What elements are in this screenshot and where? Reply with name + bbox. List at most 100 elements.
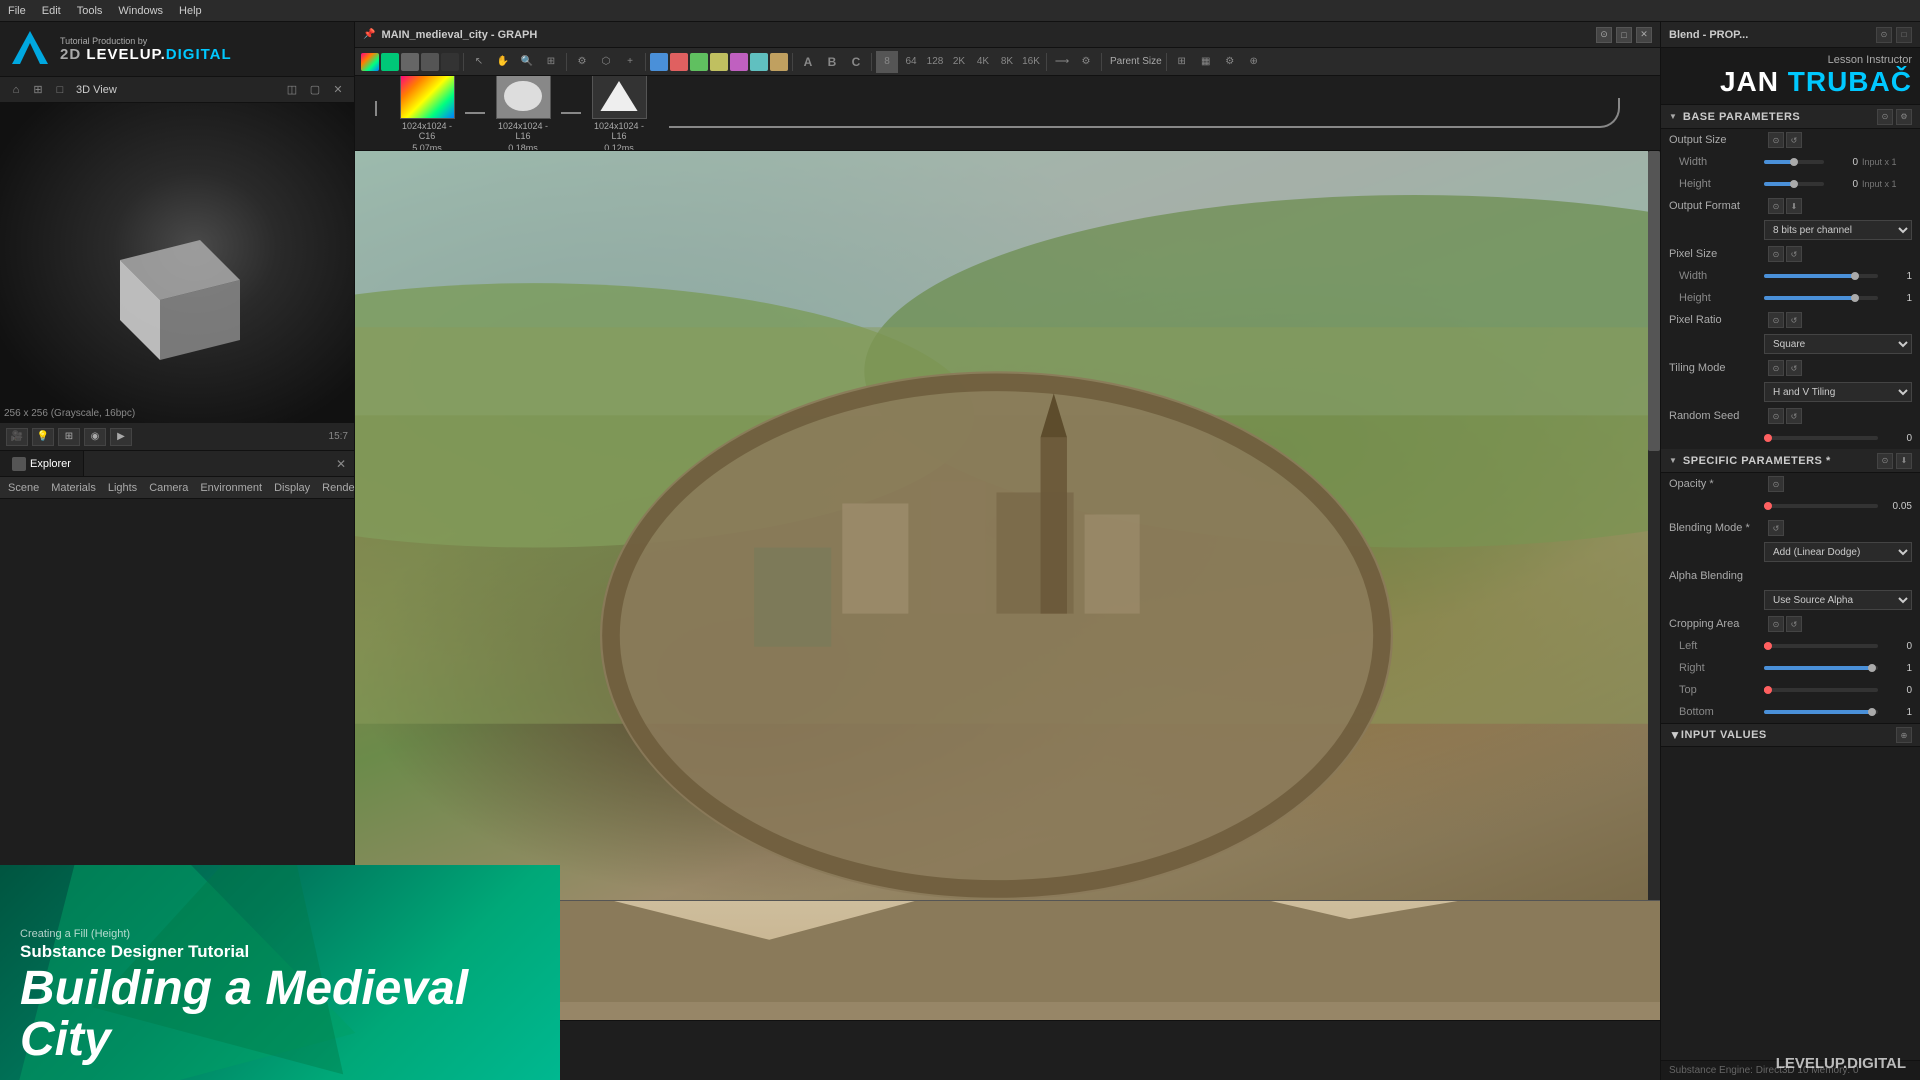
rph-pin-icon[interactable]: ⊙ [1876, 27, 1892, 43]
of-reset-icon[interactable]: ⬇ [1786, 198, 1802, 214]
toolbar-num6[interactable]: 8K [996, 51, 1018, 73]
output-format-select[interactable]: 8 bits per channel [1764, 220, 1912, 240]
toolbar-view-2[interactable]: ▦ [1195, 51, 1217, 73]
color-gray-btn[interactable] [401, 53, 419, 71]
of-link-icon[interactable]: ⊙ [1768, 198, 1784, 214]
toolbar-B-btn[interactable]: B [821, 51, 843, 73]
toolbar-num3[interactable]: 128 [924, 51, 946, 73]
output-width-slider[interactable] [1764, 160, 1824, 164]
toolbar-view-1[interactable]: ⊞ [1171, 51, 1193, 73]
view-home-icon[interactable]: ⌂ [6, 80, 26, 100]
crop-top-slider[interactable] [1764, 688, 1878, 692]
rph-expand-icon[interactable]: □ [1896, 27, 1912, 43]
input-values-section[interactable]: ▼ INPUT VALUES ⊕ [1661, 723, 1920, 747]
pr-link-icon[interactable]: ⊙ [1768, 312, 1784, 328]
view-grid-icon[interactable]: ⊞ [28, 80, 48, 100]
pr-reset-icon[interactable]: ↺ [1786, 312, 1802, 328]
tiling-select[interactable]: H and V Tiling [1764, 382, 1912, 402]
graph-close-btn[interactable]: ✕ [1636, 27, 1652, 43]
scene-tab-lights[interactable]: Lights [108, 482, 137, 494]
toolbar-num1[interactable]: 8 [876, 51, 898, 73]
ps-link-icon[interactable]: ⊙ [1768, 246, 1784, 262]
node-color[interactable]: 1024x1024 - C16 5.07ms [397, 76, 457, 151]
sp-copy-icon[interactable]: ⊙ [1877, 453, 1893, 469]
explorer-tab[interactable]: Explorer [0, 451, 84, 476]
pixel-width-slider[interactable] [1764, 274, 1878, 278]
pixel-ratio-select[interactable]: Square [1764, 334, 1912, 354]
toolbar-select-btn[interactable]: ↖ [468, 51, 490, 73]
toolbar-node-btn[interactable]: ⬡ [595, 51, 617, 73]
base-params-icon-1[interactable]: ⊙ [1877, 109, 1893, 125]
scene-tab-scene[interactable]: Scene [8, 482, 39, 494]
sp-paste-icon[interactable]: ⬇ [1896, 453, 1912, 469]
view-close-icon[interactable]: ✕ [328, 80, 348, 100]
toolbar-A-btn[interactable]: A [797, 51, 819, 73]
vtool-render-icon[interactable]: ▶ [110, 428, 132, 446]
vtool-camera-icon[interactable]: 🎥 [6, 428, 28, 446]
toolbar-num2[interactable]: 64 [900, 51, 922, 73]
pixel-height-slider[interactable] [1764, 296, 1878, 300]
toolbar-add-btn[interactable]: + [619, 51, 641, 73]
color-lgreen-btn[interactable] [690, 53, 708, 71]
node-black[interactable]: 1024x1024 - L16 0.12ms [589, 76, 649, 151]
color-blue-btn[interactable] [650, 53, 668, 71]
toolbar-connect-btn[interactable]: ⟶ [1051, 51, 1073, 73]
toolbar-frame-btn[interactable]: ⊞ [540, 51, 562, 73]
os-link-icon[interactable]: ⊙ [1768, 132, 1784, 148]
color-black-btn[interactable] [441, 53, 459, 71]
toolbar-num4[interactable]: 2K [948, 51, 970, 73]
scene-tab-camera[interactable]: Camera [149, 482, 188, 494]
toolbar-view-4[interactable]: ⊕ [1243, 51, 1265, 73]
tm-link-icon[interactable]: ⊙ [1768, 360, 1784, 376]
scene-tab-environment[interactable]: Environment [200, 482, 262, 494]
graph-pin-icon[interactable]: 📌 [363, 29, 375, 40]
explorer-close[interactable]: ✕ [328, 457, 354, 471]
color-cyan-btn[interactable] [750, 53, 768, 71]
vtool-light-icon[interactable]: 💡 [32, 428, 54, 446]
node-white[interactable]: 1024x1024 - L16 0.18ms [493, 76, 553, 151]
bm-reset-icon[interactable]: ↺ [1768, 520, 1784, 536]
color-yellow-btn[interactable] [710, 53, 728, 71]
blending-select[interactable]: Add (Linear Dodge) [1764, 542, 1912, 562]
crop-reset-icon[interactable]: ↺ [1786, 616, 1802, 632]
rs-reset-icon[interactable]: ↺ [1786, 408, 1802, 424]
iv-icon[interactable]: ⊕ [1896, 727, 1912, 743]
os-reset-icon[interactable]: ↺ [1786, 132, 1802, 148]
color-palette-btn[interactable] [361, 53, 379, 71]
toolbar-view-3[interactable]: ⚙ [1219, 51, 1241, 73]
crop-left-slider[interactable] [1764, 644, 1878, 648]
scene-tab-display[interactable]: Display [274, 482, 310, 494]
view-expand-icon[interactable]: □ [50, 80, 70, 100]
menu-windows[interactable]: Windows [118, 5, 163, 17]
random-seed-slider[interactable] [1764, 436, 1878, 440]
color-orange-btn[interactable] [770, 53, 788, 71]
color-green-btn[interactable] [381, 53, 399, 71]
base-params-icon-2[interactable]: ⚙ [1896, 109, 1912, 125]
crop-right-slider[interactable] [1764, 666, 1878, 670]
vtool-env-icon[interactable]: ◉ [84, 428, 106, 446]
menu-help[interactable]: Help [179, 5, 202, 17]
toolbar-C-btn[interactable]: C [845, 51, 867, 73]
toolbar-num5[interactable]: 4K [972, 51, 994, 73]
color-purple-btn[interactable] [730, 53, 748, 71]
view-pin-icon[interactable]: ◫ [282, 80, 302, 100]
output-height-slider[interactable] [1764, 182, 1824, 186]
view-maximize-icon[interactable]: ▢ [305, 80, 325, 100]
toolbar-num7[interactable]: 16K [1020, 51, 1042, 73]
toolbar-pan-btn[interactable]: ✋ [492, 51, 514, 73]
ps-reset-icon[interactable]: ↺ [1786, 246, 1802, 262]
alpha-blend-select[interactable]: Use Source Alpha [1764, 590, 1912, 610]
toolbar-settings-btn[interactable]: ⚙ [1075, 51, 1097, 73]
menu-file[interactable]: File [8, 5, 26, 17]
graph-pin-btn[interactable]: ⊙ [1596, 27, 1612, 43]
color-dark-btn[interactable] [421, 53, 439, 71]
specific-params-section[interactable]: ▼ SPECIFIC PARAMETERS * ⊙ ⬇ [1661, 449, 1920, 473]
viewport-scrollbar[interactable] [1648, 151, 1660, 900]
menu-edit[interactable]: Edit [42, 5, 61, 17]
toolbar-link-btn[interactable]: ⚙ [571, 51, 593, 73]
base-parameters-section[interactable]: ▼ BASE PARAMETERS ⊙ ⚙ [1661, 105, 1920, 129]
rs-link-icon[interactable]: ⊙ [1768, 408, 1784, 424]
viewport-image-top[interactable] [355, 151, 1660, 900]
op-link-icon[interactable]: ⊙ [1768, 476, 1784, 492]
toolbar-zoom-btn[interactable]: 🔍 [516, 51, 538, 73]
